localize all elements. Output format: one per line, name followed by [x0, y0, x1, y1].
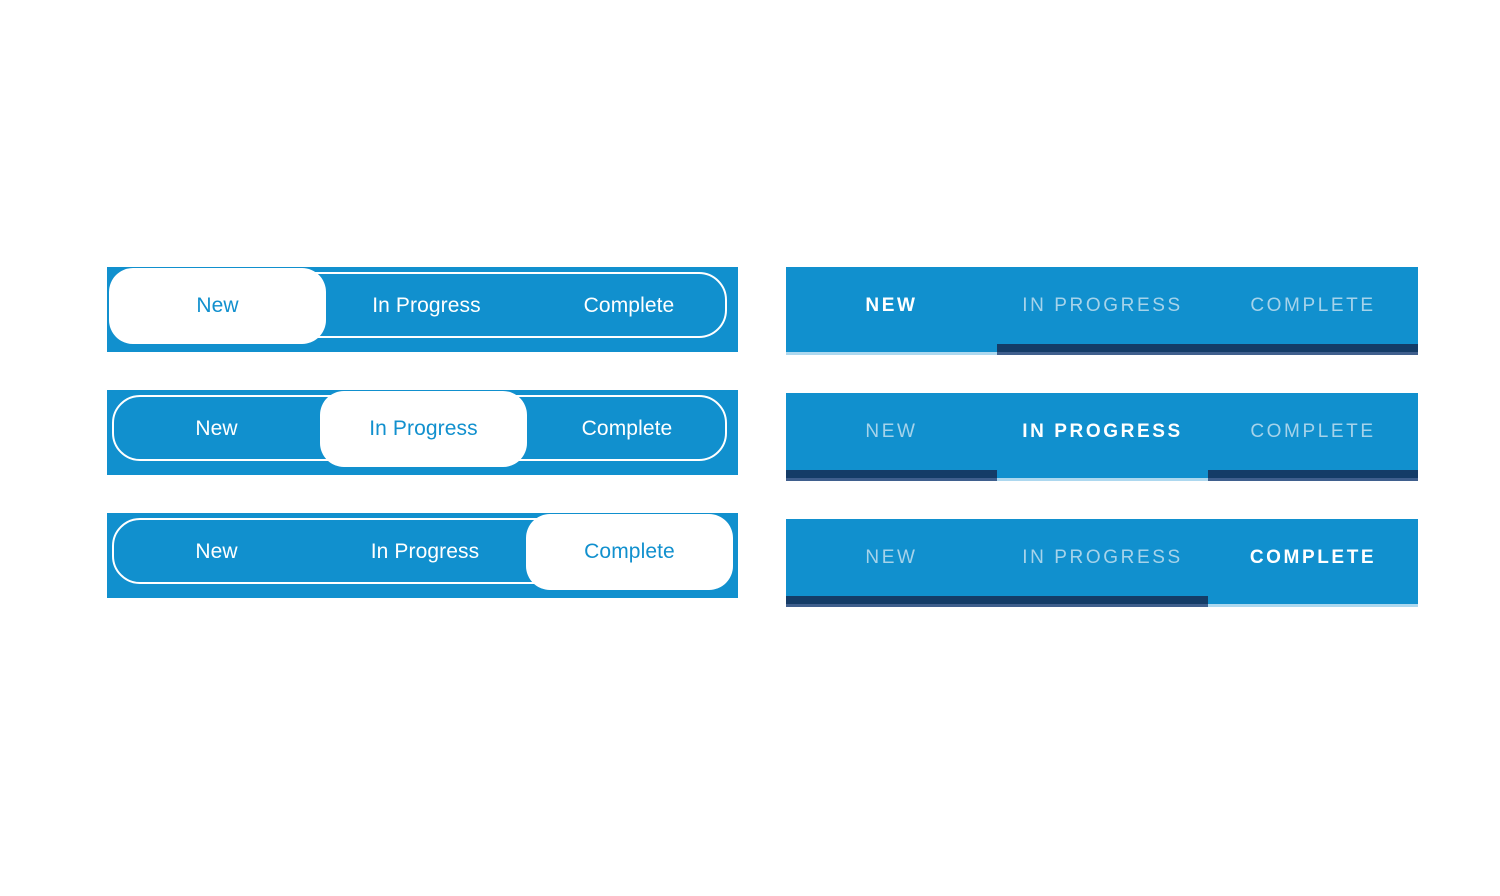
underline-indicator: [997, 344, 1208, 352]
underline-indicator: [997, 596, 1208, 604]
underline-segment-new[interactable]: NEW: [786, 519, 997, 607]
underline-segment-label: COMPLETE: [1249, 546, 1377, 568]
pill-segment-complete[interactable]: Complete: [528, 516, 731, 588]
segmented-control-pill-in-progress-selected[interactable]: New In Progress Complete: [107, 390, 738, 475]
pill-segment-label: Complete: [583, 294, 675, 317]
segmented-control-pill-new-selected[interactable]: New In Progress Complete: [107, 267, 738, 352]
pill-segment-label: Complete: [584, 540, 675, 563]
pill-segment-label: New: [195, 540, 238, 563]
underline-indicator: [1208, 344, 1418, 352]
underline-segment-new[interactable]: NEW: [786, 267, 997, 352]
pill-segment-label: In Progress: [369, 417, 478, 440]
pill-segment-in-progress[interactable]: In Progress: [322, 393, 525, 465]
underline-segment-label: IN PROGRESS: [1022, 420, 1183, 442]
underline-segment-list: NEW IN PROGRESS COMPLETE: [786, 393, 1418, 481]
segmented-control-underline-complete-selected[interactable]: NEW IN PROGRESS COMPLETE: [786, 519, 1418, 607]
pill-segment-label: In Progress: [372, 294, 481, 317]
underline-segment-label: COMPLETE: [1250, 420, 1376, 442]
underline-segment-in-progress[interactable]: IN PROGRESS: [997, 267, 1208, 355]
segmented-control-underline-in-progress-selected[interactable]: NEW IN PROGRESS COMPLETE: [786, 393, 1418, 481]
underline-segment-complete[interactable]: COMPLETE: [1208, 393, 1418, 481]
underline-segment-complete[interactable]: COMPLETE: [1208, 519, 1418, 604]
underline-indicator: [1208, 470, 1418, 478]
pill-segment-list: New In Progress Complete: [107, 390, 738, 475]
underline-segment-label: NEW: [865, 420, 918, 442]
underline-segment-label: IN PROGRESS: [1022, 294, 1183, 316]
underline-indicator: [786, 470, 997, 478]
segmented-control-underline-new-selected[interactable]: NEW IN PROGRESS COMPLETE: [786, 267, 1418, 355]
underline-indicator: [786, 596, 997, 604]
underline-indicator: [1208, 596, 1418, 604]
pill-segment-list: New In Progress Complete: [107, 513, 738, 598]
pill-segment-complete[interactable]: Complete: [525, 393, 729, 465]
underline-segment-new[interactable]: NEW: [786, 393, 997, 481]
pill-segment-label: New: [195, 417, 238, 440]
underline-shadow: [1208, 478, 1418, 481]
underline-shadow: [1208, 352, 1418, 355]
underline-indicator: [786, 344, 997, 352]
pill-segment-in-progress[interactable]: In Progress: [322, 516, 528, 588]
pill-segment-label: In Progress: [370, 540, 480, 563]
pill-segment-new[interactable]: New: [111, 270, 324, 342]
underline-segment-list: NEW IN PROGRESS COMPLETE: [786, 267, 1418, 355]
underline-segment-label: COMPLETE: [1250, 294, 1376, 316]
pill-segment-in-progress[interactable]: In Progress: [324, 270, 529, 342]
pill-segment-new[interactable]: New: [111, 393, 322, 465]
underline-segment-complete[interactable]: COMPLETE: [1208, 267, 1418, 355]
underline-shadow: [997, 352, 1208, 355]
underline-segment-label: NEW: [865, 294, 918, 316]
segmented-control-pill-complete-selected[interactable]: New In Progress Complete: [107, 513, 738, 598]
component-showcase-canvas: New In Progress Complete New In Progress…: [0, 0, 1500, 896]
underline-shadow: [786, 478, 997, 481]
underline-segment-in-progress[interactable]: IN PROGRESS: [997, 519, 1208, 607]
pill-segment-label: Complete: [581, 417, 673, 440]
underline-segment-in-progress[interactable]: IN PROGRESS: [997, 393, 1208, 478]
underline-segment-list: NEW IN PROGRESS COMPLETE: [786, 519, 1418, 607]
pill-segment-new[interactable]: New: [111, 516, 322, 588]
underline-shadow: [997, 604, 1208, 607]
underline-segment-label: NEW: [865, 546, 918, 568]
underline-shadow: [786, 604, 997, 607]
pill-segment-complete[interactable]: Complete: [529, 270, 729, 342]
pill-segment-list: New In Progress Complete: [107, 267, 738, 352]
underline-indicator: [997, 470, 1208, 478]
underline-segment-label: IN PROGRESS: [1022, 546, 1183, 568]
pill-segment-label: New: [196, 294, 239, 317]
